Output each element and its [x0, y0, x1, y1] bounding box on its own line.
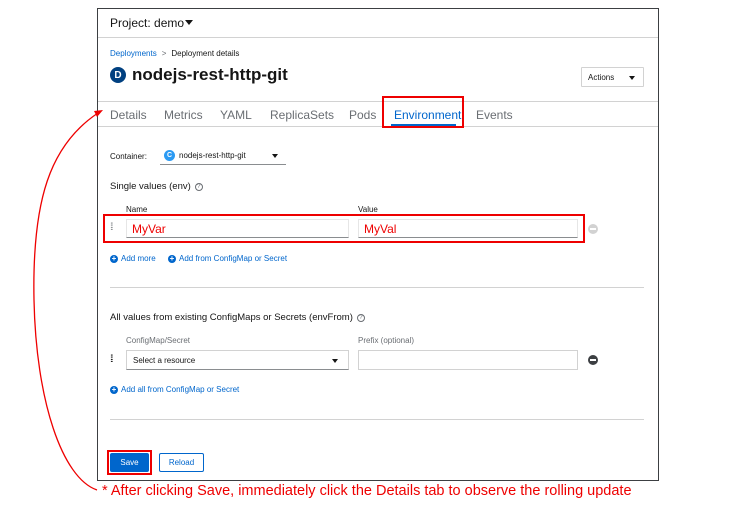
- prefix-column-label: Prefix (optional): [358, 336, 415, 345]
- tab-replicasets[interactable]: ReplicaSets: [270, 108, 334, 122]
- resource-select-placeholder: Select a resource: [133, 356, 196, 365]
- deployment-badge-icon: D: [110, 67, 126, 83]
- environment-tab-highlight: [382, 96, 464, 128]
- tab-metrics[interactable]: Metrics: [164, 108, 203, 122]
- project-bar: Project: demo: [98, 9, 658, 38]
- plus-circle-icon: +: [110, 253, 118, 263]
- add-all-from-configmap-link[interactable]: + Add all from ConfigMap or Secret: [110, 385, 239, 394]
- page-title-row: D nodejs-rest-http-git: [110, 65, 288, 85]
- envfrom-section-title-text: All values from existing ConfigMaps or S…: [110, 312, 353, 323]
- save-button-highlight: [107, 450, 152, 475]
- env-section-title: Single values (env)?: [110, 181, 203, 192]
- tab-events[interactable]: Events: [476, 108, 513, 122]
- env-section-title-text: Single values (env): [110, 181, 191, 192]
- breadcrumb-deployments-link[interactable]: Deployments: [110, 49, 157, 58]
- breadcrumb-separator: >: [161, 49, 167, 58]
- drag-handle-icon[interactable]: ⁞⁞: [110, 354, 113, 365]
- plus-circle-icon: +: [168, 253, 176, 263]
- chevron-down-icon: [332, 359, 338, 363]
- section-divider: [110, 419, 644, 420]
- chevron-down-icon: [629, 76, 635, 80]
- add-all-from-configmap-label: Add all from ConfigMap or Secret: [121, 385, 240, 394]
- add-from-configmap-link[interactable]: + Add from ConfigMap or Secret: [168, 254, 287, 263]
- breadcrumb-current: Deployment details: [171, 49, 240, 58]
- tab-bar: Details Metrics YAML ReplicaSets Pods En…: [98, 96, 658, 128]
- tab-pods[interactable]: Pods: [349, 108, 376, 122]
- project-selector[interactable]: Project: demo: [110, 16, 184, 30]
- configmap-secret-column-label: ConfigMap/Secret: [126, 336, 191, 345]
- annotation-note: * After clicking Save, immediately click…: [102, 483, 632, 499]
- env-row-highlight: [103, 214, 585, 243]
- tab-details[interactable]: Details: [110, 108, 147, 122]
- prefix-input[interactable]: [358, 350, 578, 370]
- section-divider: [110, 287, 644, 288]
- remove-row-icon[interactable]: [588, 355, 598, 365]
- plus-circle-icon: +: [110, 384, 118, 394]
- tab-yaml[interactable]: YAML: [220, 108, 252, 122]
- remove-row-icon[interactable]: [588, 224, 598, 234]
- breadcrumb: Deployments > Deployment details: [110, 49, 239, 58]
- help-icon[interactable]: ?: [194, 183, 203, 191]
- reload-button[interactable]: Reload: [159, 453, 204, 472]
- container-label: Container:: [110, 152, 147, 161]
- actions-label: Actions: [588, 73, 615, 82]
- add-more-link[interactable]: + Add more: [110, 254, 156, 263]
- actions-dropdown[interactable]: Actions: [581, 67, 644, 87]
- add-from-configmap-label: Add from ConfigMap or Secret: [179, 254, 288, 263]
- resource-select[interactable]: Select a resource: [126, 350, 349, 370]
- container-select-value: nodejs-rest-http-git: [179, 151, 246, 160]
- page-title: nodejs-rest-http-git: [132, 65, 288, 84]
- help-icon[interactable]: ?: [356, 314, 365, 322]
- container-badge-icon: C: [164, 150, 175, 161]
- chevron-down-icon[interactable]: [185, 20, 193, 25]
- envfrom-section-title: All values from existing ConfigMaps or S…: [110, 312, 365, 323]
- env-name-column-label: Name: [126, 205, 148, 214]
- chevron-down-icon: [272, 154, 278, 158]
- console-window: Project: demo Deployments > Deployment det…: [97, 8, 659, 481]
- env-value-column-label: Value: [358, 205, 378, 214]
- add-more-label: Add more: [121, 254, 156, 263]
- container-select[interactable]: C nodejs-rest-http-git: [160, 146, 286, 165]
